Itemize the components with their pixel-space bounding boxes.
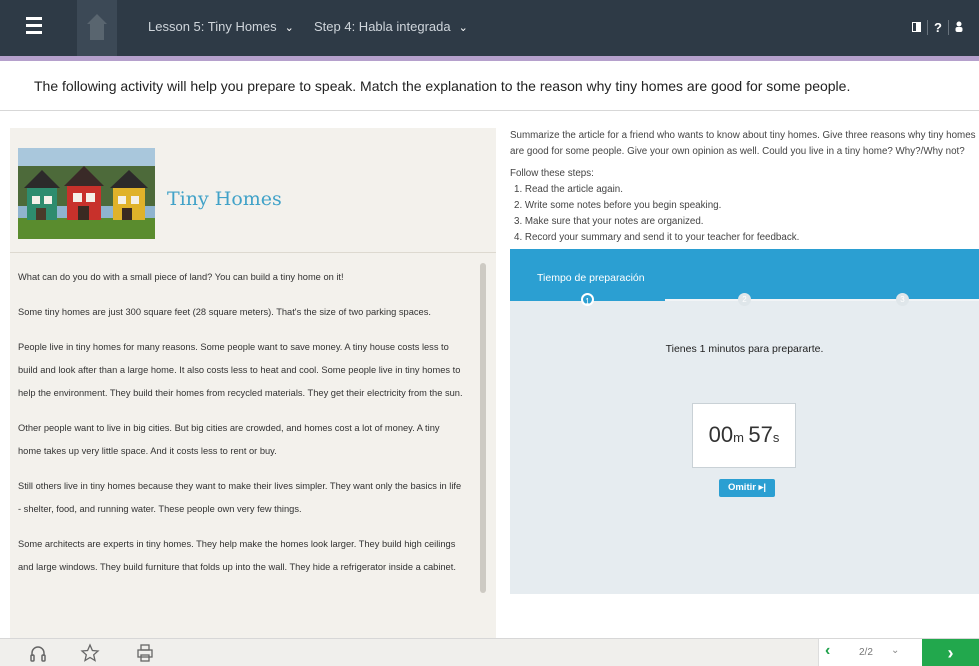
step-label: Step 4: Habla integrada — [314, 19, 451, 34]
previous-page-button[interactable]: ‹ — [825, 642, 830, 660]
article-paragraph: Some architects are experts in tiny home… — [18, 539, 456, 572]
recorder-header: Tiempo de preparación — [510, 249, 979, 299]
skip-button[interactable]: Omitir ▸| — [719, 479, 775, 497]
user-icon[interactable] — [948, 19, 969, 35]
task-pane: Summarize the article for a friend who w… — [510, 128, 979, 638]
top-navigation-bar: Lesson 5: Tiny Homes ⌄ Step 4: Habla inte… — [0, 0, 979, 56]
lesson-label: Lesson 5: Tiny Homes — [148, 19, 277, 34]
step-item: 4. Record your summary and send it to yo… — [514, 232, 800, 243]
article-paragraph: Other people want to live in big cities.… — [18, 423, 440, 456]
recorder-phase-label: Tiempo de preparación — [537, 272, 645, 284]
article-thumbnail — [18, 148, 155, 239]
step-item: 2. Write some notes before you begin spe… — [514, 200, 722, 211]
article-paragraph: Still others live in tiny homes because … — [18, 481, 462, 514]
instruction-text: The following activity will help you pre… — [34, 78, 851, 94]
article-scrollbar[interactable] — [480, 263, 486, 593]
step-indicator-3: 3 — [896, 293, 909, 306]
preparation-message: Tienes 1 minutos para prepararte. — [665, 343, 824, 355]
home-icon — [87, 14, 107, 40]
next-page-button[interactable]: › — [922, 639, 979, 666]
task-summary: Summarize the article for a friend who w… — [510, 130, 976, 157]
header-actions: ? — [906, 18, 969, 36]
timer-minutes-unit: m — [733, 430, 744, 445]
chevron-down-icon: ⌄ — [458, 22, 468, 34]
article-pane: Tiny Homes What can do you do with a sma… — [10, 128, 496, 638]
bottom-toolbar: ‹ 2/2 ⌄ › — [0, 638, 979, 666]
article-paragraph: People live in tiny homes for many reaso… — [18, 342, 463, 398]
instruction-banner: The following activity will help you pre… — [0, 61, 979, 111]
article-paragraph: What can do you do with a small piece of… — [18, 272, 344, 282]
step-indicator-2: 2 — [738, 293, 751, 306]
step-item: 3. Make sure that your notes are organiz… — [514, 216, 704, 227]
page-navigator: ‹ 2/2 ⌄ — [818, 639, 922, 666]
step-item: 1. Read the article again. — [514, 184, 623, 195]
article-paragraph: Some tiny homes are just 300 square feet… — [18, 307, 431, 317]
countdown-timer: 00m 57s — [692, 403, 796, 468]
menu-icon[interactable] — [26, 17, 44, 39]
lesson-dropdown[interactable]: Lesson 5: Tiny Homes ⌄ — [148, 19, 294, 34]
print-icon[interactable] — [135, 643, 155, 663]
chevron-down-icon[interactable]: ⌄ — [891, 645, 899, 656]
page-indicator[interactable]: 2/2 — [859, 647, 873, 658]
chevron-down-icon: ⌄ — [284, 22, 294, 34]
article-header: Tiny Homes — [10, 128, 496, 253]
steps-title: Follow these steps: — [510, 168, 594, 179]
timer-seconds: 57 — [748, 422, 773, 447]
headphones-icon[interactable] — [28, 643, 48, 663]
task-instructions: Summarize the article for a friend who w… — [510, 128, 979, 246]
help-icon[interactable]: ? — [927, 19, 948, 35]
step-indicator-1: 1 — [581, 293, 594, 306]
timer-minutes: 00 — [708, 422, 734, 447]
home-button[interactable] — [77, 0, 117, 56]
article-title: Tiny Homes — [167, 188, 282, 210]
article-body: What can do you do with a small piece of… — [18, 266, 463, 591]
timer-seconds-unit: s — [772, 430, 780, 445]
star-icon[interactable] — [80, 643, 100, 663]
speaking-recorder: Tiempo de preparación 1 2 3 Tienes 1 min… — [510, 249, 979, 594]
step-dropdown[interactable]: Step 4: Habla integrada ⌄ — [314, 19, 468, 34]
book-icon[interactable] — [906, 20, 927, 35]
